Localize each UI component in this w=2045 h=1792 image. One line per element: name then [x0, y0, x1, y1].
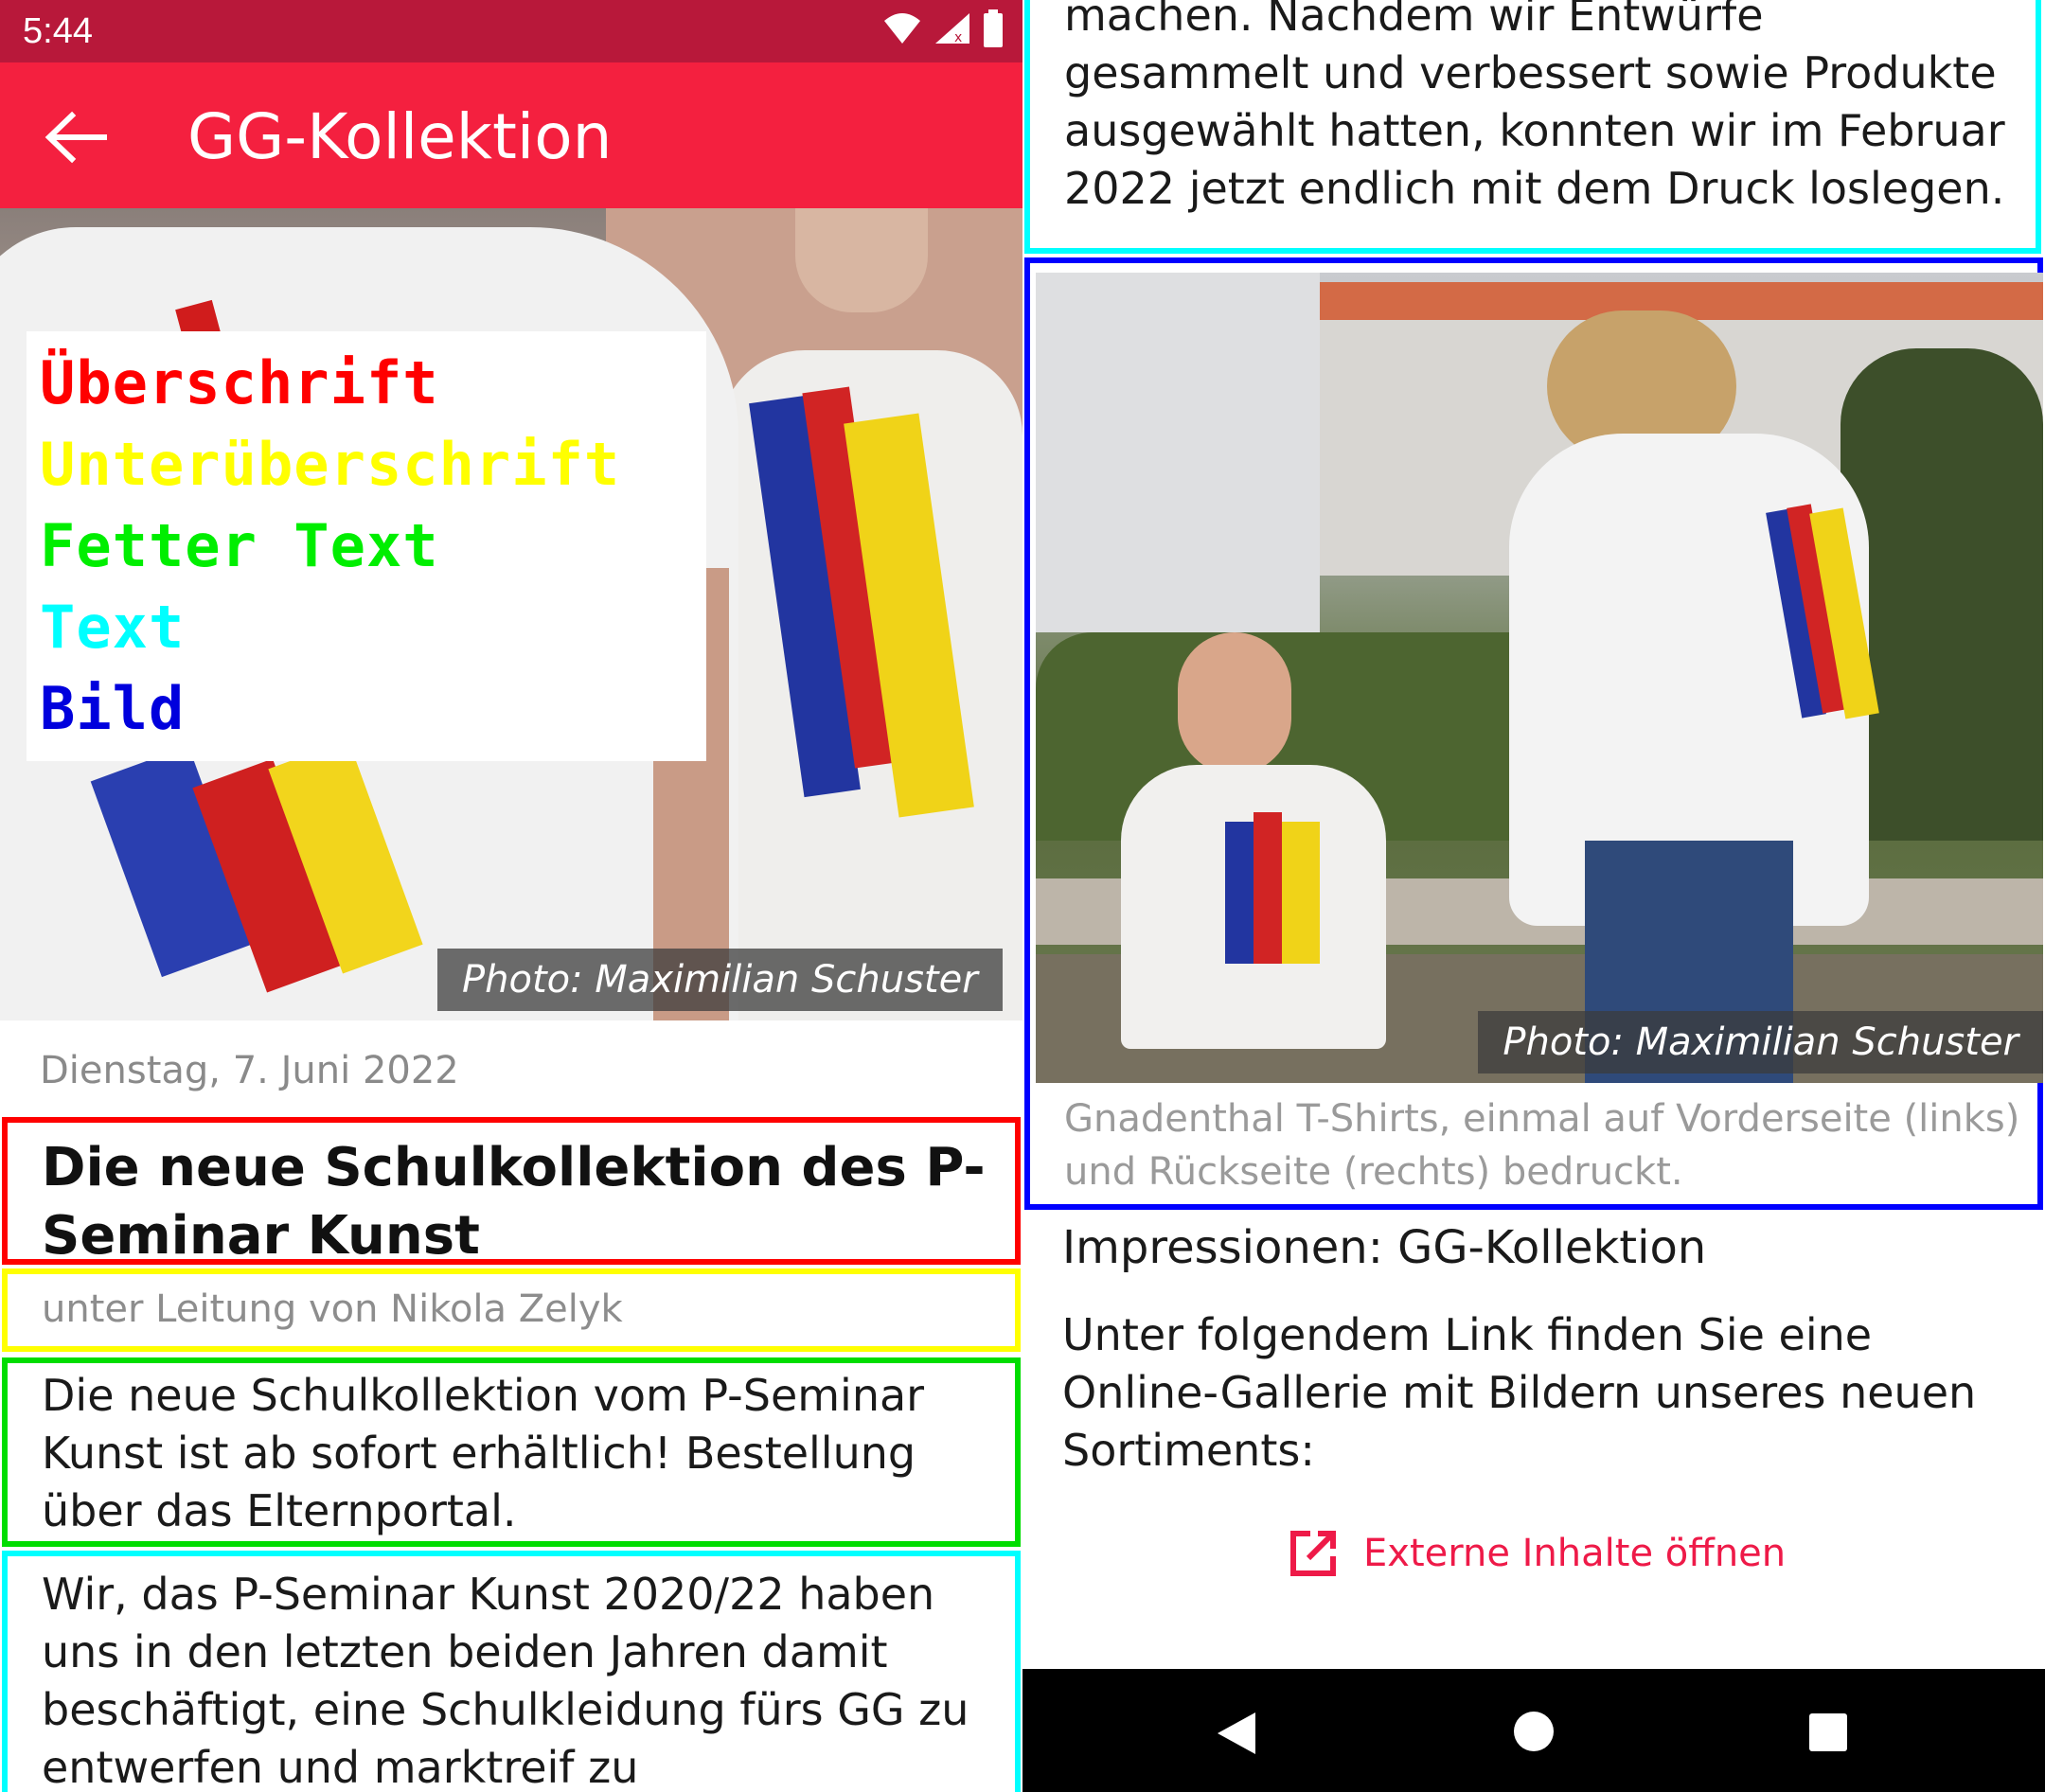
- photo-credit: Photo: Maximilian Schuster: [437, 949, 1003, 1011]
- image-caption: Gnadenthal T-Shirts, einmal auf Vorderse…: [1064, 1097, 2020, 1194]
- title-box: Die neue Schulkollektion des P-Seminar K…: [2, 1117, 1021, 1267]
- article-title: Die neue Schulkollektion des P-Seminar K…: [42, 1137, 986, 1267]
- right-screen: machen. Nachdem wir Entwürfe gesammelt u…: [1022, 0, 2045, 1792]
- legend-item-bold-text: Fetter Text: [40, 511, 439, 580]
- text-box: Wir, das P-Seminar Kunst 2020/22 haben u…: [2, 1551, 1021, 1792]
- article-subtitle: unter Leitung von Nikola Zelyk: [42, 1287, 623, 1331]
- article-photo: Photo: Maximilian Schuster: [1036, 273, 2043, 1083]
- legend-item-text: Text: [40, 593, 186, 662]
- color-legend: Überschrift Unterüberschrift Fetter Text…: [27, 331, 706, 761]
- article-text-part2: machen. Nachdem wir Entwürfe gesammelt u…: [1064, 0, 2005, 214]
- section-title: Impressionen: GG-Kollektion: [1062, 1221, 1707, 1274]
- external-content-link[interactable]: Externe Inhalte öffnen: [1288, 1528, 1786, 1579]
- svg-text:x: x: [954, 30, 962, 45]
- signal-icon: x: [935, 13, 969, 45]
- status-bar: 5:44 x: [0, 0, 1022, 62]
- subtitle-box: unter Leitung von Nikola Zelyk: [2, 1269, 1021, 1352]
- nav-home-icon[interactable]: [1513, 1711, 1555, 1752]
- app-title: GG-Kollektion: [187, 100, 613, 173]
- section-body: Unter folgendem Link finden Sie eine Onl…: [1062, 1309, 1977, 1476]
- battery-icon: [984, 9, 1003, 47]
- nav-back-icon[interactable]: [1216, 1711, 1257, 1756]
- legend-item-image: Bild: [40, 674, 186, 743]
- article-date: Dienstag, 7. Juni 2022: [40, 1049, 459, 1092]
- external-link-label: Externe Inhalte öffnen: [1363, 1532, 1787, 1575]
- article-text-part1: Wir, das P-Seminar Kunst 2020/22 haben u…: [42, 1569, 969, 1792]
- legend-item-heading: Überschrift: [40, 348, 439, 417]
- arrow-back-icon[interactable]: [38, 104, 114, 170]
- status-icons: x: [882, 9, 1004, 47]
- article-bold-text: Die neue Schulkollektion vom P-Seminar K…: [42, 1370, 925, 1536]
- photo-credit-2: Photo: Maximilian Schuster: [1478, 1011, 2043, 1073]
- bold-text-box: Die neue Schulkollektion vom P-Seminar K…: [2, 1357, 1021, 1547]
- app-bar: GG-Kollektion: [0, 62, 1022, 208]
- text-box-continued: machen. Nachdem wir Entwürfe gesammelt u…: [1024, 0, 2041, 254]
- legend-item-subheading: Unterüberschrift: [40, 430, 621, 499]
- nav-recents-icon[interactable]: [1808, 1712, 1848, 1752]
- status-time: 5:44: [23, 11, 93, 51]
- navigation-bar: [1022, 1669, 2045, 1792]
- image-box: Photo: Maximilian Schuster Gnadenthal T-…: [1024, 257, 2043, 1210]
- wifi-icon: [884, 13, 920, 44]
- left-screen: 5:44 x GG-Kollektion Photo: Maximilian S…: [0, 0, 1022, 1792]
- open-in-new-icon: [1290, 1531, 1336, 1576]
